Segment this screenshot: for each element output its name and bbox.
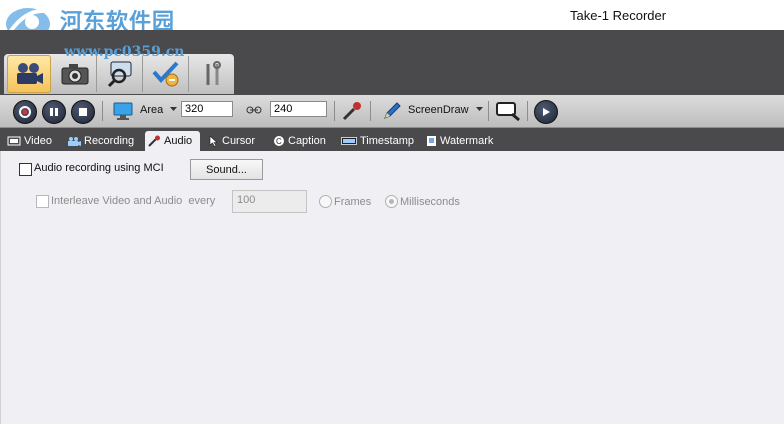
watermark-url: www.pc0359.cn bbox=[64, 44, 185, 60]
control-toolbar: Area ScreenDraw bbox=[0, 95, 784, 128]
milliseconds-label[interactable]: Milliseconds bbox=[400, 196, 460, 208]
radio-selected-dot bbox=[389, 199, 394, 204]
tab-caption[interactable]: C Caption bbox=[270, 131, 329, 151]
stop-button[interactable] bbox=[71, 100, 95, 124]
watermark-icon bbox=[426, 135, 437, 147]
audio-settings-panel: Audio recording using MCI Sound... Inter… bbox=[0, 151, 784, 424]
record-icon bbox=[19, 106, 31, 118]
photo-camera-icon bbox=[61, 64, 89, 85]
mci-recording-label[interactable]: Audio recording using MCI bbox=[34, 162, 164, 174]
video-mode-button[interactable] bbox=[7, 55, 51, 93]
settings-mode-button[interactable] bbox=[192, 56, 234, 92]
frames-label[interactable]: Frames bbox=[334, 196, 371, 208]
cursor-icon bbox=[209, 135, 219, 147]
record-button[interactable] bbox=[13, 100, 37, 124]
tab-video-label: Video bbox=[24, 135, 52, 147]
area-label[interactable]: Area bbox=[140, 104, 163, 116]
toolbar-separator bbox=[334, 101, 335, 121]
check-clock-icon bbox=[152, 61, 179, 87]
tab-timestamp[interactable]: Timestamp bbox=[338, 131, 417, 151]
caption-icon: C bbox=[273, 135, 285, 147]
zoom-mode-button[interactable] bbox=[100, 56, 143, 92]
milliseconds-radio[interactable] bbox=[385, 195, 398, 208]
frames-radio[interactable] bbox=[319, 195, 332, 208]
screendraw-label[interactable]: ScreenDraw bbox=[408, 104, 469, 116]
interleave-checkbox[interactable] bbox=[36, 195, 49, 208]
window-title: Take-1 Recorder bbox=[570, 8, 667, 23]
settings-tab-bar: Video Recording Audio Cursor C Caption T… bbox=[0, 128, 784, 151]
microphone-icon bbox=[148, 135, 161, 147]
tab-watermark[interactable]: Watermark bbox=[423, 131, 496, 151]
tab-cursor-label: Cursor bbox=[222, 135, 256, 147]
toolbar-separator bbox=[527, 101, 528, 121]
toolbar-separator bbox=[488, 101, 489, 121]
monitor-icon bbox=[113, 102, 133, 120]
sound-button[interactable]: Sound... bbox=[190, 159, 263, 180]
mci-recording-checkbox[interactable] bbox=[19, 163, 32, 176]
svg-text:C: C bbox=[276, 137, 282, 146]
pause-button[interactable] bbox=[42, 100, 66, 124]
tab-watermark-label: Watermark bbox=[440, 135, 494, 147]
zoom-window-icon[interactable] bbox=[495, 100, 521, 122]
tab-recording[interactable]: Recording bbox=[64, 131, 137, 151]
tab-caption-label: Caption bbox=[288, 135, 326, 147]
screendraw-dropdown-arrow-icon[interactable] bbox=[476, 107, 483, 112]
scheduler-mode-button[interactable] bbox=[146, 56, 189, 92]
mode-toolbar bbox=[4, 54, 234, 94]
camera-icon bbox=[67, 136, 81, 147]
link-size-icon[interactable] bbox=[246, 105, 262, 115]
tools-icon bbox=[206, 61, 221, 85]
photo-mode-button[interactable] bbox=[54, 56, 97, 92]
play-icon bbox=[543, 108, 550, 116]
magnifier-icon bbox=[107, 61, 132, 88]
pen-icon bbox=[384, 102, 401, 119]
toolbar-separator bbox=[102, 101, 103, 121]
area-dropdown-arrow-icon[interactable] bbox=[170, 107, 177, 112]
film-icon bbox=[7, 136, 21, 146]
play-button[interactable] bbox=[534, 100, 558, 124]
tab-cursor[interactable]: Cursor bbox=[206, 131, 258, 151]
tab-timestamp-label: Timestamp bbox=[360, 135, 414, 147]
microphone-toolbar-icon[interactable] bbox=[341, 100, 363, 122]
capture-height-input[interactable] bbox=[270, 101, 327, 117]
video-camera-icon bbox=[17, 63, 43, 84]
tab-audio[interactable]: Audio bbox=[145, 131, 200, 151]
tab-video[interactable]: Video bbox=[4, 131, 55, 151]
stop-icon bbox=[79, 108, 87, 116]
interleave-interval-input[interactable]: 100 bbox=[232, 190, 307, 213]
tab-audio-label: Audio bbox=[164, 135, 193, 147]
capture-width-input[interactable] bbox=[181, 101, 233, 117]
tab-recording-label: Recording bbox=[84, 135, 135, 147]
interleave-label[interactable]: Interleave Video and Audio every bbox=[51, 195, 215, 207]
pause-icon bbox=[50, 108, 58, 116]
toolbar-separator bbox=[370, 101, 371, 121]
timestamp-icon bbox=[341, 137, 357, 145]
